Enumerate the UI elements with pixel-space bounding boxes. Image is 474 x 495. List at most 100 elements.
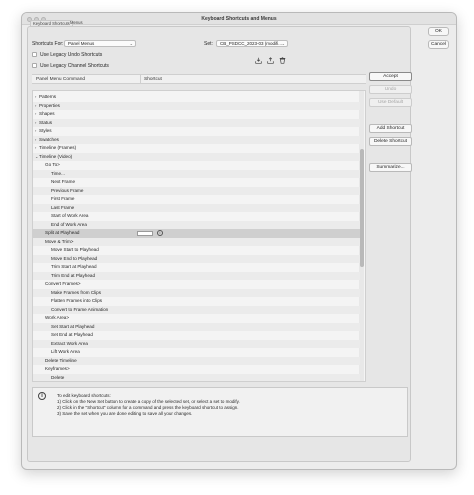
window-title: Keyboard Shortcuts and Menus xyxy=(201,16,277,22)
table-row[interactable]: Trim End at Playhead xyxy=(33,271,360,280)
row-label: Start of Work Area xyxy=(51,213,89,218)
shortcut-input[interactable] xyxy=(137,230,153,236)
table-row[interactable]: First Frame xyxy=(33,195,360,204)
table-row[interactable]: Make Frames from Clips xyxy=(33,288,360,297)
ok-button[interactable]: OK xyxy=(428,27,449,36)
row-label: Previous Frame xyxy=(51,187,84,193)
chevron-right-icon[interactable]: › xyxy=(35,136,36,145)
row-label: Keyframes> xyxy=(45,366,70,371)
info-line: 1) Click on the New Set button to create… xyxy=(57,399,240,404)
summarize-button[interactable]: Summarize... xyxy=(369,163,412,172)
table-row[interactable]: Go To> xyxy=(33,161,360,170)
row-label: Go To> xyxy=(45,162,60,167)
scrollbar-thumb[interactable] xyxy=(360,149,364,267)
delete-shortcut-button[interactable]: Delete Shortcut xyxy=(369,137,412,146)
row-label: Split at Playhead xyxy=(45,230,80,235)
row-label: Delete xyxy=(51,374,65,380)
row-label: Set End at Playhead xyxy=(51,332,93,337)
table-row[interactable]: Delete Timeline xyxy=(33,356,360,365)
table-row[interactable]: › Styles xyxy=(33,127,360,136)
info-line: 2) Click in the "Shortcut" column for a … xyxy=(57,405,239,410)
info-line: To edit keyboard shortcuts: xyxy=(57,393,111,398)
table-row[interactable]: Time... xyxy=(33,169,360,178)
table-row[interactable]: › Properties xyxy=(33,101,360,111)
table-row[interactable]: Last Frame xyxy=(33,203,360,212)
row-label: Timeline (Frames) xyxy=(39,145,77,150)
row-label: Status xyxy=(39,119,53,125)
cancel-button[interactable]: Cancel xyxy=(428,40,449,49)
shortcuts-for-select[interactable]: Panel Menus ⌄ xyxy=(64,40,136,47)
table-row[interactable]: ⌄ Timeline (Video) xyxy=(33,152,360,162)
table-row[interactable]: Extract Work Area xyxy=(33,339,360,348)
row-label: End of Work Area xyxy=(51,221,87,227)
row-label: Convert Frames> xyxy=(45,281,81,286)
shortcuts-for-label: Shortcuts For: xyxy=(32,41,64,47)
table-row[interactable]: Convert Frames> xyxy=(33,280,360,289)
save-set-icon[interactable] xyxy=(255,57,262,64)
new-set-icon[interactable] xyxy=(267,57,274,64)
undo-button[interactable]: Undo xyxy=(369,85,412,94)
instructions-box: i To edit keyboard shortcuts: 1) Click o… xyxy=(32,387,408,437)
table-row[interactable]: End of Work Area xyxy=(33,220,360,229)
table-row[interactable]: Set End at Playhead xyxy=(33,331,360,340)
info-icon[interactable]: i xyxy=(157,230,163,236)
chevron-right-icon[interactable]: › xyxy=(35,127,36,136)
table-row[interactable]: Move End to Playhead xyxy=(33,254,360,263)
legacy-channel-checkbox[interactable] xyxy=(32,63,37,68)
table-row[interactable]: › Status xyxy=(33,118,360,128)
legacy-undo-label: Use Legacy Undo Shortcuts xyxy=(40,52,103,58)
trash-icon[interactable] xyxy=(279,57,286,64)
table-row[interactable]: Set Start at Playhead xyxy=(33,322,360,331)
shortcut-list[interactable]: › Patterns › Properties › Shapes › Status › Style… xyxy=(32,90,366,382)
table-row[interactable]: Previous Frame xyxy=(33,186,360,195)
table-row[interactable]: › Patterns xyxy=(33,93,360,102)
shortcuts-for-value: Panel Menus xyxy=(68,41,95,46)
table-row[interactable]: Convert to Frame Animation xyxy=(33,305,360,314)
row-label: Next Frame xyxy=(51,179,75,184)
table-row[interactable]: Trim Start at Playhead xyxy=(33,263,360,272)
row-label: First Frame xyxy=(51,196,75,201)
use-default-button[interactable]: Use Default xyxy=(369,98,412,107)
row-label: Flatten Frames into Clips xyxy=(51,298,103,303)
set-label: Set: xyxy=(204,41,213,47)
table-row[interactable]: Delete xyxy=(33,373,360,381)
chevron-right-icon[interactable]: › xyxy=(35,144,36,153)
row-label: Extract Work Area xyxy=(51,340,88,346)
table-row[interactable]: Next Frame xyxy=(33,178,360,187)
legacy-channel-label: Use Legacy Channel Shortcuts xyxy=(40,63,109,69)
row-label: Last Frame xyxy=(51,204,75,210)
accept-button[interactable]: Accept xyxy=(369,72,412,81)
chevron-right-icon[interactable]: › xyxy=(35,102,36,111)
chevron-right-icon[interactable]: › xyxy=(35,93,36,102)
row-label: Convert to Frame Animation xyxy=(51,306,109,312)
row-label: Trim Start at Playhead xyxy=(51,264,97,269)
table-row[interactable]: Start of Work Area xyxy=(33,212,360,221)
table-row[interactable]: Keyframes> xyxy=(33,365,360,374)
table-row[interactable]: › Shapes xyxy=(33,110,360,119)
row-label: Set Start at Playhead xyxy=(51,323,95,329)
row-label: Trim End at Playhead xyxy=(51,272,96,278)
add-shortcut-button[interactable]: Add Shortcut xyxy=(369,124,412,133)
table-row[interactable]: › Timeline (Frames) xyxy=(33,144,360,153)
title-bar: Keyboard Shortcuts and Menus xyxy=(22,13,456,25)
table-row[interactable]: Move Start to Playhead xyxy=(33,246,360,255)
chevron-right-icon[interactable]: › xyxy=(35,119,36,128)
chevron-right-icon[interactable]: › xyxy=(35,110,36,119)
row-label: Make Frames from Clips xyxy=(51,289,102,295)
chevron-down-icon[interactable]: ⌄ xyxy=(35,153,38,162)
info-line: 3) Save the set when you are done editin… xyxy=(57,411,193,416)
table-row[interactable]: › Swatches xyxy=(33,135,360,145)
table-row[interactable]: Work Area> xyxy=(33,314,360,323)
table-row[interactable]: Flatten Frames into Clips xyxy=(33,297,360,306)
table-row[interactable]: Move & Trim> xyxy=(33,237,360,246)
row-label: Styles xyxy=(39,128,52,133)
column-shortcut[interactable]: Shortcut xyxy=(144,77,162,82)
table-row[interactable]: Lift Work Area xyxy=(33,348,360,357)
row-label: Work Area> xyxy=(45,315,70,320)
column-command[interactable]: Panel Menu Command xyxy=(36,77,85,82)
row-label: Shapes xyxy=(39,111,55,116)
set-select[interactable]: CB_PSDCC_2023-03 (modifi... ⌄ xyxy=(216,40,288,47)
table-row[interactable]: Split at Playhead i xyxy=(33,229,360,238)
column-divider xyxy=(140,75,141,84)
legacy-undo-checkbox[interactable] xyxy=(32,52,37,57)
